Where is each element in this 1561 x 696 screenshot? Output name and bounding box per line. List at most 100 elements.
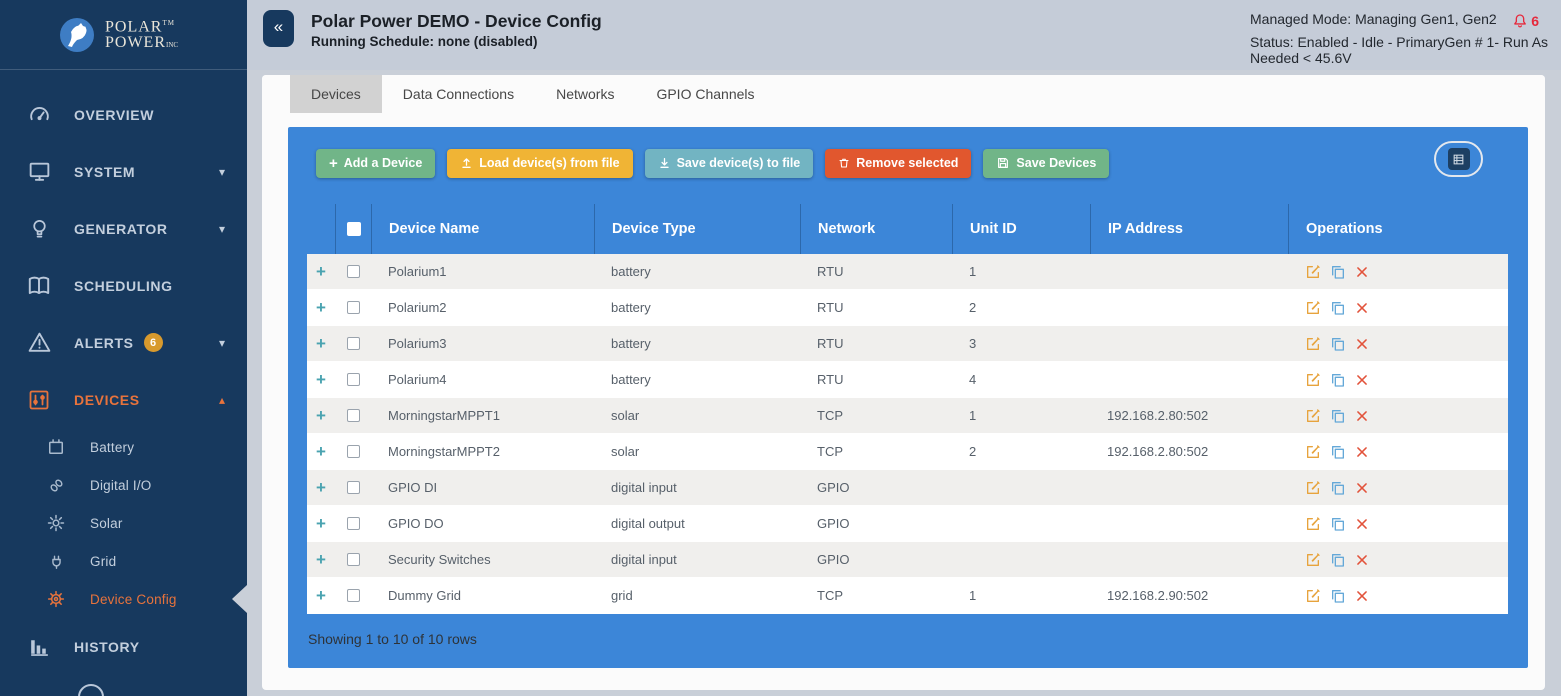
- expand-row-icon[interactable]: +: [316, 443, 326, 460]
- battery-icon: [46, 437, 66, 457]
- sidebar-item-system[interactable]: SYSTEM ▾: [0, 143, 247, 200]
- delete-device-icon[interactable]: [1355, 409, 1369, 423]
- tab-networks[interactable]: Networks: [535, 75, 635, 113]
- edit-device-icon[interactable]: [1305, 408, 1321, 424]
- unit-id-cell: [952, 542, 1090, 577]
- expand-row-icon[interactable]: +: [316, 515, 326, 532]
- save-devices-button[interactable]: Save Devices: [983, 148, 1110, 178]
- delete-device-icon[interactable]: [1355, 589, 1369, 603]
- tab-gpio-channels[interactable]: GPIO Channels: [635, 75, 775, 113]
- table-row: + Polarium3 battery RTU 3: [307, 326, 1508, 362]
- unit-id-cell: 3: [969, 336, 977, 351]
- sidebar-item-scheduling[interactable]: SCHEDULING: [0, 257, 247, 314]
- delete-device-icon[interactable]: [1355, 517, 1369, 531]
- expand-row-icon[interactable]: +: [316, 587, 326, 604]
- delete-device-icon[interactable]: [1355, 265, 1369, 279]
- row-checkbox[interactable]: [346, 481, 360, 494]
- delete-device-icon[interactable]: [1355, 373, 1369, 387]
- main-area: « Polar Power DEMO - Device Config Runni…: [247, 0, 1561, 696]
- column-header-device-type: Device Type: [594, 204, 800, 254]
- sidebar-item-overview[interactable]: OVERVIEW: [0, 86, 247, 143]
- delete-device-icon[interactable]: [1355, 445, 1369, 459]
- row-checkbox[interactable]: [346, 553, 360, 566]
- copy-device-icon[interactable]: [1330, 552, 1346, 568]
- edit-device-icon[interactable]: [1305, 300, 1321, 316]
- app-root: POLARTM POWERINC OVERVIEW SYSTEM ▾ GENERATO…: [0, 0, 1561, 696]
- row-checkbox[interactable]: [346, 265, 360, 278]
- bell-icon: [1514, 14, 1527, 28]
- select-all-checkbox[interactable]: [346, 222, 361, 236]
- delete-device-icon[interactable]: [1355, 301, 1369, 315]
- edit-device-icon[interactable]: [1305, 372, 1321, 388]
- remove-selected-button[interactable]: Remove selected: [825, 148, 972, 178]
- copy-device-icon[interactable]: [1330, 300, 1346, 316]
- copy-device-icon[interactable]: [1330, 588, 1346, 604]
- table-row: + GPIO DI digital input GPIO: [307, 470, 1508, 506]
- copy-device-icon[interactable]: [1330, 516, 1346, 532]
- delete-device-icon[interactable]: [1355, 553, 1369, 567]
- collapse-sidebar-button[interactable]: «: [263, 10, 294, 47]
- sidebar-item-alerts[interactable]: ALERTS 6 ▾: [0, 314, 247, 371]
- row-checkbox[interactable]: [346, 373, 360, 386]
- row-checkbox[interactable]: [346, 589, 360, 602]
- copy-device-icon[interactable]: [1330, 264, 1346, 280]
- operations-cell: [1288, 290, 1508, 325]
- tab-devices[interactable]: Devices: [290, 75, 382, 113]
- sidebar-item-history[interactable]: HISTORY: [0, 618, 247, 675]
- edit-device-icon[interactable]: [1305, 588, 1321, 604]
- copy-device-icon[interactable]: [1330, 480, 1346, 496]
- expand-row-icon[interactable]: +: [316, 263, 326, 280]
- save-devices-to-file-button[interactable]: Save device(s) to file: [644, 148, 814, 178]
- edit-device-icon[interactable]: [1305, 444, 1321, 460]
- delete-device-icon[interactable]: [1355, 337, 1369, 351]
- warning-icon: [26, 330, 52, 356]
- expand-row-icon[interactable]: +: [316, 299, 326, 316]
- copy-device-icon[interactable]: [1330, 444, 1346, 460]
- edit-device-icon[interactable]: [1305, 552, 1321, 568]
- load-devices-button[interactable]: Load device(s) from file: [447, 148, 633, 178]
- sidebar-item-generator[interactable]: GENERATOR ▾: [0, 200, 247, 257]
- add-device-button[interactable]: + Add a Device: [316, 148, 436, 178]
- network-cell: TCP: [817, 408, 843, 423]
- logo-text: POLARTM POWERINC: [105, 18, 179, 51]
- row-checkbox[interactable]: [346, 445, 360, 458]
- sidebar-item-label: SCHEDULING: [74, 277, 173, 294]
- alert-count: 6: [1531, 13, 1539, 29]
- copy-device-icon[interactable]: [1330, 336, 1346, 352]
- sidebar-item-digital-io[interactable]: Digital I/O: [0, 466, 247, 504]
- delete-device-icon[interactable]: [1355, 481, 1369, 495]
- expand-row-icon[interactable]: +: [316, 335, 326, 352]
- device-type-cell: battery: [611, 372, 651, 387]
- expand-row-icon[interactable]: +: [316, 371, 326, 388]
- copy-device-icon[interactable]: [1330, 372, 1346, 388]
- row-checkbox[interactable]: [346, 301, 360, 314]
- sidebar-item-device-config[interactable]: Device Config: [0, 580, 247, 618]
- sidebar-item-grid[interactable]: Grid: [0, 542, 247, 580]
- expand-row-icon[interactable]: +: [316, 407, 326, 424]
- sidebar-item-label: GENERATOR: [74, 220, 168, 237]
- sidebar-item-battery[interactable]: Battery: [0, 428, 247, 466]
- trash-icon: [838, 156, 850, 170]
- copy-device-icon[interactable]: [1330, 408, 1346, 424]
- sidebar-item-label: Digital I/O: [90, 477, 152, 493]
- alert-bell-button[interactable]: 6: [1512, 12, 1539, 30]
- row-checkbox[interactable]: [346, 337, 360, 350]
- network-cell: GPIO: [817, 552, 850, 567]
- row-checkbox[interactable]: [346, 409, 360, 422]
- edit-device-icon[interactable]: [1305, 264, 1321, 280]
- edit-device-icon[interactable]: [1305, 336, 1321, 352]
- expand-row-icon[interactable]: +: [316, 479, 326, 496]
- sidebar-item-solar[interactable]: Solar: [0, 504, 247, 542]
- tab-data-connections[interactable]: Data Connections: [382, 75, 535, 113]
- operations-cell: [1288, 254, 1508, 289]
- operations-cell: [1288, 506, 1508, 541]
- expand-row-icon[interactable]: +: [316, 551, 326, 568]
- page-title: Polar Power DEMO - Device Config: [311, 11, 602, 31]
- ip-address-cell: [1090, 362, 1288, 397]
- unit-id-cell: [952, 470, 1090, 505]
- edit-device-icon[interactable]: [1305, 516, 1321, 532]
- row-checkbox[interactable]: [346, 517, 360, 530]
- toggle-columns-button[interactable]: [1434, 141, 1483, 177]
- sidebar-item-devices[interactable]: DEVICES ▴: [0, 371, 247, 428]
- edit-device-icon[interactable]: [1305, 480, 1321, 496]
